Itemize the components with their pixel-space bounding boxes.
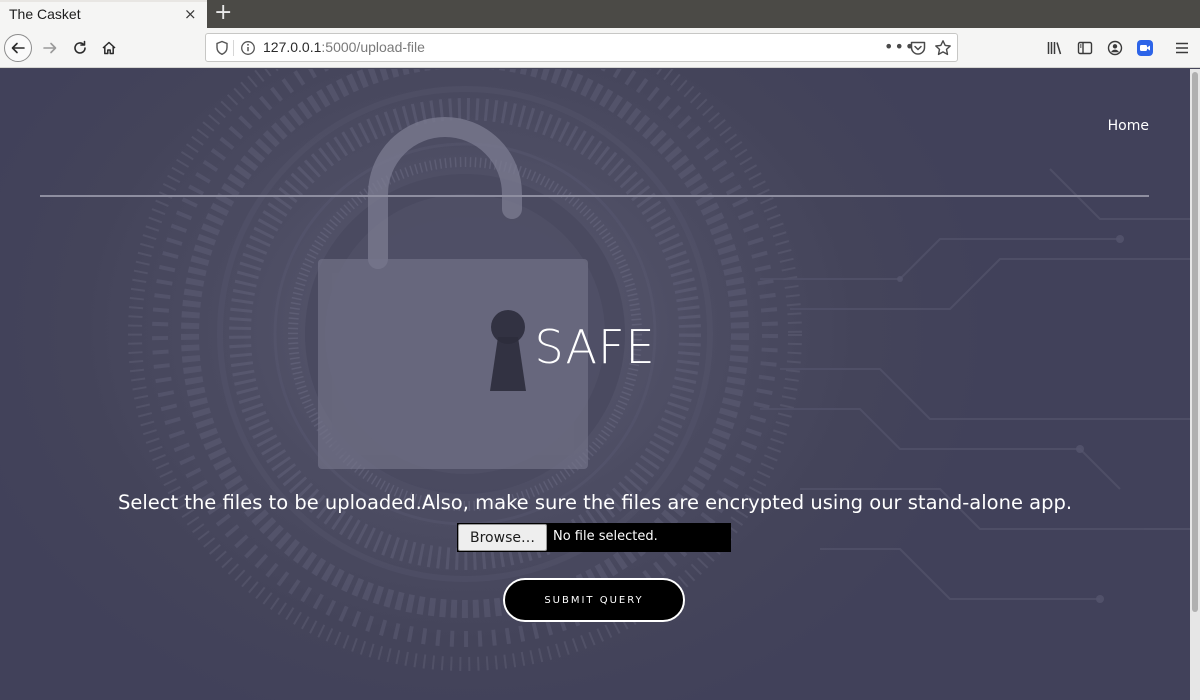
library-button[interactable] [1045, 38, 1065, 58]
account-icon [1107, 40, 1123, 56]
page-title: SAFE [534, 320, 656, 374]
library-icon [1047, 42, 1062, 55]
scrollbar-thumb[interactable] [1192, 72, 1198, 612]
bookmark-star-icon[interactable] [934, 39, 952, 57]
tab-title: The Casket [9, 6, 81, 22]
url-host: 127.0.0.1 [263, 39, 322, 55]
nav-home-link[interactable]: Home [1108, 118, 1149, 134]
app-menu-button[interactable] [1172, 38, 1192, 58]
extension-button[interactable] [1135, 38, 1155, 58]
url-separator [233, 40, 234, 56]
upload-instruction: Select the files to be uploaded.Also, ma… [117, 491, 1073, 514]
sidebar-button[interactable] [1075, 38, 1095, 58]
page-content: Home SAFE Select the files to be uploade… [0, 69, 1190, 700]
back-button[interactable] [4, 34, 32, 62]
close-tab-icon[interactable]: × [184, 5, 197, 23]
sidebar-icon [1077, 41, 1093, 55]
file-status-text: No file selected. [553, 529, 658, 544]
menu-icon [1176, 42, 1188, 54]
reload-icon [74, 40, 86, 54]
info-icon[interactable] [240, 40, 256, 56]
header-divider [40, 195, 1149, 197]
url-text[interactable]: 127.0.0.1:5000/upload-file [263, 39, 425, 55]
submit-button[interactable]: SUBMIT QUERY [503, 578, 685, 622]
file-upload-input[interactable]: Browse… No file selected. [457, 523, 731, 552]
tab-active[interactable]: The Casket × [0, 0, 207, 28]
home-button[interactable] [95, 34, 123, 62]
navigation-toolbar: 127.0.0.1:5000/upload-file ••• [0, 28, 1200, 68]
reload-button[interactable] [66, 34, 94, 62]
pocket-icon[interactable] [909, 40, 927, 56]
home-icon [102, 41, 116, 55]
forward-icon [43, 42, 57, 54]
back-icon [11, 42, 25, 54]
browse-button[interactable]: Browse… [458, 524, 547, 551]
forward-button[interactable] [36, 34, 64, 62]
url-path: :5000/upload-file [321, 39, 425, 55]
tab-bar: The Casket × + [0, 0, 1200, 28]
account-button[interactable] [1105, 38, 1125, 58]
new-tab-button[interactable]: + [214, 0, 232, 26]
url-bar[interactable]: 127.0.0.1:5000/upload-file ••• [205, 33, 958, 62]
shield-icon[interactable] [215, 40, 229, 56]
extension-icon [1137, 40, 1153, 56]
